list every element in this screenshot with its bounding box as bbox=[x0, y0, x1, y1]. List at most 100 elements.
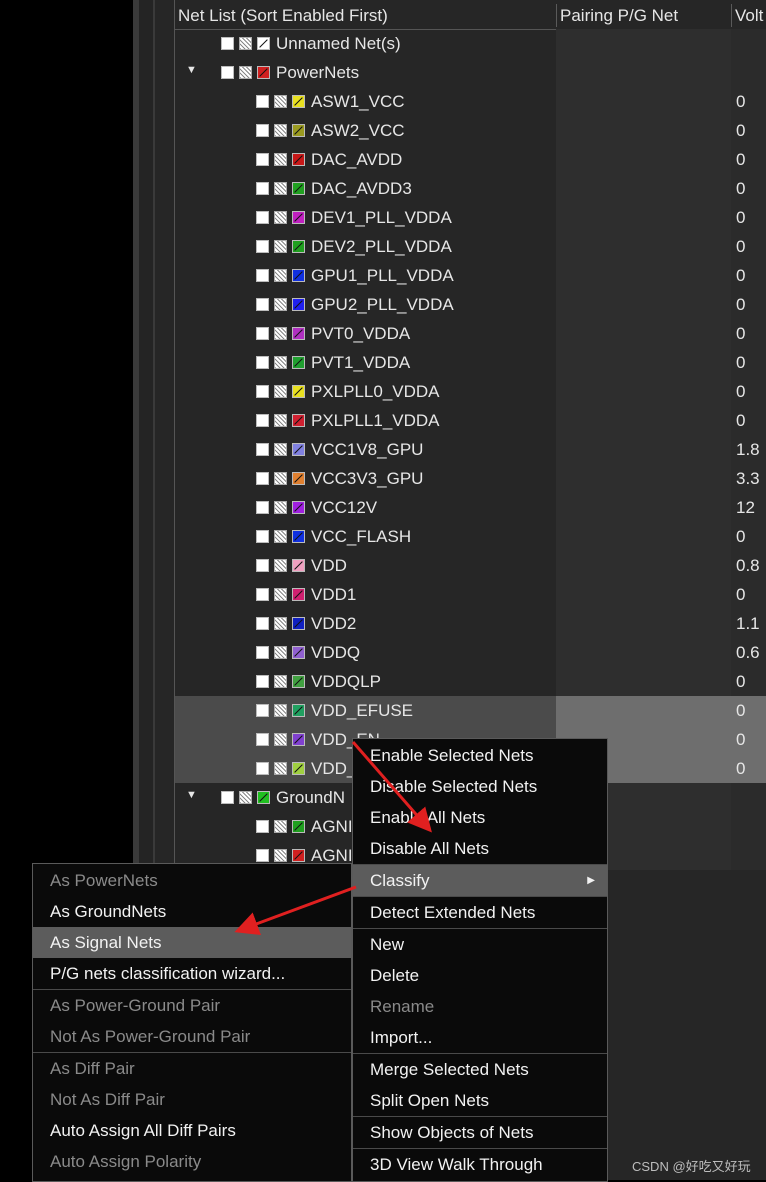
menu-item-disable-all-nets[interactable]: Disable All Nets bbox=[353, 833, 607, 864]
net-color-swatch-icon[interactable] bbox=[292, 820, 305, 833]
visibility-icon[interactable] bbox=[274, 530, 287, 543]
visibility-icon[interactable] bbox=[274, 704, 287, 717]
visibility-icon[interactable] bbox=[274, 298, 287, 311]
tree-row-net[interactable]: VDD_EFUSE 0 bbox=[175, 696, 766, 725]
net-color-swatch-icon[interactable] bbox=[292, 298, 305, 311]
expand-arrow-icon[interactable]: ▼ bbox=[186, 789, 197, 801]
net-color-swatch-icon[interactable] bbox=[292, 704, 305, 717]
net-color-swatch-icon[interactable] bbox=[292, 559, 305, 572]
tree-row-net[interactable]: VCC12V 12 bbox=[175, 493, 766, 522]
tree-row-net[interactable]: DEV2_PLL_VDDA 0 bbox=[175, 232, 766, 261]
enable-checkbox[interactable] bbox=[256, 356, 269, 369]
net-color-swatch-icon[interactable] bbox=[292, 617, 305, 630]
tree-row-net[interactable]: DAC_AVDD 0 bbox=[175, 145, 766, 174]
enable-checkbox[interactable] bbox=[256, 443, 269, 456]
enable-checkbox[interactable] bbox=[256, 617, 269, 630]
enable-checkbox[interactable] bbox=[256, 269, 269, 282]
tree-row-net[interactable]: VDDQLP 0 bbox=[175, 667, 766, 696]
enable-checkbox[interactable] bbox=[256, 646, 269, 659]
net-color-swatch-icon[interactable] bbox=[292, 472, 305, 485]
submenu-item-auto-assign-all-diff-pairs[interactable]: Auto Assign All Diff Pairs bbox=[33, 1115, 351, 1146]
visibility-icon[interactable] bbox=[274, 95, 287, 108]
menu-item-detect-extended-nets[interactable]: Detect Extended Nets bbox=[353, 897, 607, 928]
tree-row-net[interactable]: PXLPLL1_VDDA 0 bbox=[175, 406, 766, 435]
tree-row-net[interactable]: DEV1_PLL_VDDA 0 bbox=[175, 203, 766, 232]
net-color-swatch-icon[interactable] bbox=[292, 356, 305, 369]
visibility-icon[interactable] bbox=[239, 791, 252, 804]
visibility-icon[interactable] bbox=[239, 66, 252, 79]
enable-checkbox[interactable] bbox=[256, 733, 269, 746]
net-color-swatch-icon[interactable] bbox=[257, 66, 270, 79]
visibility-icon[interactable] bbox=[274, 240, 287, 253]
tree-row-net[interactable]: DAC_AVDD3 0 bbox=[175, 174, 766, 203]
tree-group-powernets[interactable]: ▼ PowerNets bbox=[175, 58, 766, 87]
column-header-voltage[interactable]: Volt bbox=[735, 2, 766, 29]
menu-item-enable-selected-nets[interactable]: Enable Selected Nets bbox=[353, 740, 607, 771]
tree-row-net[interactable]: VDD 0.8 bbox=[175, 551, 766, 580]
menu-item-3d-view-walk-through[interactable]: 3D View Walk Through bbox=[353, 1149, 607, 1180]
visibility-icon[interactable] bbox=[274, 269, 287, 282]
menu-item-disable-selected-nets[interactable]: Disable Selected Nets bbox=[353, 771, 607, 802]
menu-item-merge-selected-nets[interactable]: Merge Selected Nets bbox=[353, 1054, 607, 1085]
enable-checkbox[interactable] bbox=[256, 675, 269, 688]
visibility-icon[interactable] bbox=[274, 211, 287, 224]
net-color-swatch-icon[interactable] bbox=[292, 733, 305, 746]
visibility-icon[interactable] bbox=[274, 385, 287, 398]
net-color-swatch-icon[interactable] bbox=[292, 240, 305, 253]
visibility-icon[interactable] bbox=[274, 588, 287, 601]
net-color-swatch-icon[interactable] bbox=[292, 211, 305, 224]
net-color-swatch-icon[interactable] bbox=[292, 153, 305, 166]
enable-checkbox[interactable] bbox=[256, 530, 269, 543]
enable-checkbox[interactable] bbox=[256, 414, 269, 427]
menu-item-show-objects-of-nets[interactable]: Show Objects of Nets bbox=[353, 1117, 607, 1148]
visibility-icon[interactable] bbox=[274, 327, 287, 340]
tree-row-net[interactable]: VDDQ 0.6 bbox=[175, 638, 766, 667]
net-color-swatch-icon[interactable] bbox=[292, 530, 305, 543]
tree-row-net[interactable]: GPU2_PLL_VDDA 0 bbox=[175, 290, 766, 319]
submenu-item-p-g-nets-classification-wizard[interactable]: P/G nets classification wizard... bbox=[33, 958, 351, 989]
net-color-swatch-icon[interactable] bbox=[292, 588, 305, 601]
menu-item-import[interactable]: Import... bbox=[353, 1022, 607, 1053]
visibility-icon[interactable] bbox=[274, 559, 287, 572]
menu-item-new[interactable]: New bbox=[353, 929, 607, 960]
enable-checkbox[interactable] bbox=[256, 501, 269, 514]
net-color-swatch-icon[interactable] bbox=[257, 791, 270, 804]
tree-row-net[interactable]: VCC3V3_GPU 3.3 bbox=[175, 464, 766, 493]
net-color-swatch-icon[interactable] bbox=[292, 182, 305, 195]
tree-row-net[interactable]: VCC1V8_GPU 1.8 bbox=[175, 435, 766, 464]
menu-item-classify[interactable]: Classify ▶ bbox=[353, 865, 607, 896]
submenu-item-as-groundnets[interactable]: As GroundNets bbox=[33, 896, 351, 927]
net-color-swatch-icon[interactable] bbox=[292, 385, 305, 398]
net-color-swatch-icon[interactable] bbox=[292, 646, 305, 659]
menu-item-enable-all-nets[interactable]: Enable All Nets bbox=[353, 802, 607, 833]
tree-row-net[interactable]: VDD1 0 bbox=[175, 580, 766, 609]
enable-checkbox[interactable] bbox=[221, 791, 234, 804]
tree-row-net[interactable]: GPU1_PLL_VDDA 0 bbox=[175, 261, 766, 290]
visibility-icon[interactable] bbox=[274, 646, 287, 659]
net-color-swatch-icon[interactable] bbox=[292, 675, 305, 688]
visibility-icon[interactable] bbox=[274, 675, 287, 688]
visibility-icon[interactable] bbox=[274, 501, 287, 514]
tree-row-net[interactable]: ASW1_VCC 0 bbox=[175, 87, 766, 116]
expand-arrow-icon[interactable]: ▼ bbox=[186, 64, 197, 76]
visibility-icon[interactable] bbox=[274, 153, 287, 166]
enable-checkbox[interactable] bbox=[256, 762, 269, 775]
enable-checkbox[interactable] bbox=[256, 588, 269, 601]
enable-checkbox[interactable] bbox=[256, 153, 269, 166]
enable-checkbox[interactable] bbox=[256, 298, 269, 311]
enable-checkbox[interactable] bbox=[221, 37, 234, 50]
visibility-icon[interactable] bbox=[274, 414, 287, 427]
column-separator[interactable] bbox=[556, 4, 557, 27]
enable-checkbox[interactable] bbox=[256, 559, 269, 572]
net-color-swatch-icon[interactable] bbox=[292, 501, 305, 514]
submenu-item-as-signal-nets[interactable]: As Signal Nets bbox=[33, 927, 351, 958]
enable-checkbox[interactable] bbox=[256, 182, 269, 195]
visibility-icon[interactable] bbox=[274, 443, 287, 456]
enable-checkbox[interactable] bbox=[256, 472, 269, 485]
net-color-swatch-icon[interactable] bbox=[292, 849, 305, 862]
visibility-icon[interactable] bbox=[274, 617, 287, 630]
enable-checkbox[interactable] bbox=[256, 849, 269, 862]
visibility-icon[interactable] bbox=[274, 356, 287, 369]
visibility-icon[interactable] bbox=[274, 762, 287, 775]
tree-row-net[interactable]: VDD2 1.1 bbox=[175, 609, 766, 638]
